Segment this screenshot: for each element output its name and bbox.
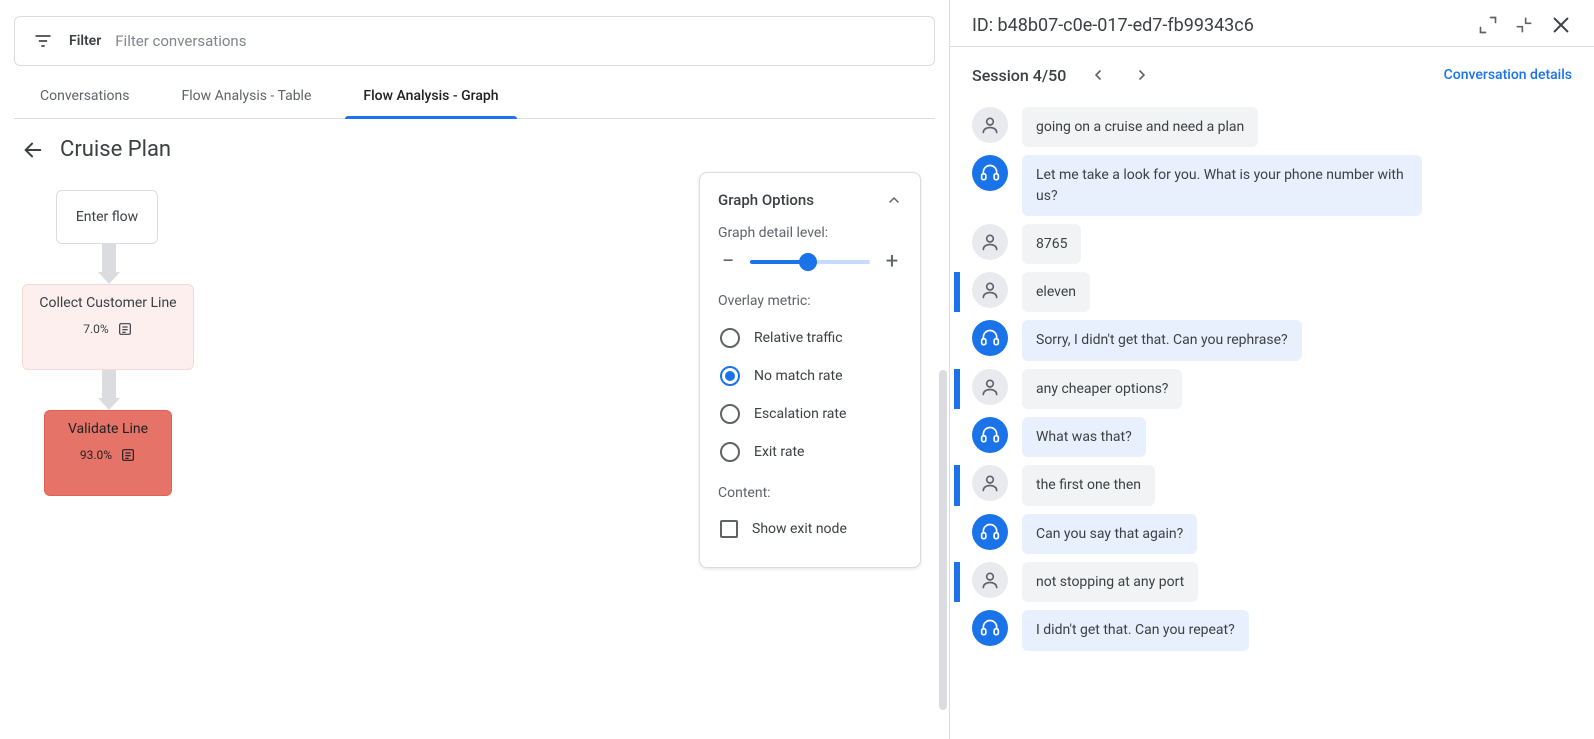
message-bubble: Sorry, I didn't get that. Can you rephra…	[1022, 320, 1302, 360]
node-collect-customer-line[interactable]: Collect Customer Line 7.0%	[22, 284, 194, 370]
session-navigator: Session 4/50 Conversation details	[950, 47, 1594, 97]
message-bubble: 8765	[1022, 224, 1081, 264]
radio-icon	[720, 442, 740, 462]
user-avatar-icon	[972, 562, 1008, 598]
radio-relative-traffic[interactable]: Relative traffic	[718, 319, 902, 357]
user-avatar-icon	[972, 272, 1008, 308]
message-row[interactable]: Let me take a look for you. What is your…	[954, 155, 1572, 216]
slider-thumb[interactable]	[799, 253, 817, 271]
message-row[interactable]: I didn't get that. Can you repeat?	[954, 610, 1572, 650]
message-row[interactable]: not stopping at any port	[954, 562, 1572, 602]
message-row[interactable]: going on a cruise and need a plan	[954, 107, 1572, 147]
user-avatar-icon	[972, 369, 1008, 405]
agent-avatar-icon	[972, 514, 1008, 550]
message-row[interactable]: Can you say that again?	[954, 514, 1572, 554]
graph-options-title: Graph Options	[718, 191, 814, 209]
message-bubble: going on a cruise and need a plan	[1022, 107, 1258, 147]
node-validate-metric: 93.0%	[80, 448, 112, 462]
message-row[interactable]: eleven	[954, 272, 1572, 312]
next-session-icon[interactable]	[1130, 63, 1154, 87]
flow-arrow-icon	[100, 244, 118, 284]
shrink-icon[interactable]	[1514, 15, 1534, 35]
detail-slider[interactable]	[750, 260, 870, 264]
overlay-metric-label: Overlay metric:	[718, 293, 902, 309]
radio-icon	[720, 366, 740, 386]
page-header: Cruise Plan	[0, 119, 949, 172]
message-bubble: not stopping at any port	[1022, 562, 1198, 602]
user-avatar-icon	[972, 107, 1008, 143]
node-enter-title: Enter flow	[76, 209, 138, 225]
list-icon	[117, 321, 133, 337]
radio-label: No match rate	[754, 368, 843, 384]
list-icon	[120, 447, 136, 463]
radio-label: Escalation rate	[754, 406, 846, 422]
radio-no-match-rate[interactable]: No match rate	[718, 357, 902, 395]
agent-avatar-icon	[972, 417, 1008, 453]
tab-conversations[interactable]: Conversations	[22, 74, 147, 118]
user-avatar-icon	[972, 224, 1008, 260]
graph-canvas: Enter flow Collect Customer Line 7.0% Va…	[0, 172, 949, 739]
conversation-details-link[interactable]: Conversation details	[1444, 67, 1572, 83]
agent-avatar-icon	[972, 320, 1008, 356]
filter-bar[interactable]: Filter Filter conversations	[14, 16, 935, 66]
message-row[interactable]: What was that?	[954, 417, 1572, 457]
message-bubble: eleven	[1022, 272, 1090, 312]
analysis-pane: Filter Filter conversations Conversation…	[0, 0, 950, 739]
message-bubble: Let me take a look for you. What is your…	[1022, 155, 1422, 216]
radio-icon	[720, 328, 740, 348]
flow-arrow-icon	[100, 370, 118, 410]
message-row[interactable]: the first one then	[954, 465, 1572, 505]
node-collect-metric: 7.0%	[83, 322, 108, 336]
tab-flow-table[interactable]: Flow Analysis - Table	[163, 74, 329, 118]
checkbox-icon	[720, 520, 738, 538]
message-row[interactable]: any cheaper options?	[954, 369, 1572, 409]
message-bubble: any cheaper options?	[1022, 369, 1182, 409]
filter-icon	[31, 29, 55, 53]
message-list: going on a cruise and need a plan Let me …	[950, 97, 1594, 739]
node-collect-title: Collect Customer Line	[35, 295, 181, 311]
minus-icon[interactable]: −	[718, 251, 738, 273]
checkbox-show-exit-node[interactable]: Show exit node	[718, 511, 902, 547]
node-validate-title: Validate Line	[57, 421, 159, 437]
content-label: Content:	[718, 485, 902, 501]
agent-avatar-icon	[972, 155, 1008, 191]
message-row[interactable]: 8765	[954, 224, 1572, 264]
session-label: Session 4/50	[972, 66, 1066, 85]
conversation-id: ID: b48b07-c0e-017-ed7-fb99343c6	[972, 15, 1254, 36]
radio-label: Relative traffic	[754, 330, 843, 346]
radio-icon	[720, 404, 740, 424]
detail-level-label: Graph detail level:	[718, 225, 902, 241]
scrollbar-thumb[interactable]	[939, 370, 947, 710]
checkbox-label: Show exit node	[752, 521, 847, 537]
filter-placeholder: Filter conversations	[115, 32, 246, 50]
node-enter-flow[interactable]: Enter flow	[56, 190, 158, 244]
message-bubble: Can you say that again?	[1022, 514, 1197, 554]
user-avatar-icon	[972, 465, 1008, 501]
message-bubble: What was that?	[1022, 417, 1146, 457]
conversation-header: ID: b48b07-c0e-017-ed7-fb99343c6	[950, 0, 1594, 47]
tabs: Conversations Flow Analysis - Table Flow…	[14, 74, 935, 119]
radio-escalation-rate[interactable]: Escalation rate	[718, 395, 902, 433]
message-bubble: I didn't get that. Can you repeat?	[1022, 610, 1249, 650]
graph-options-panel: Graph Options Graph detail level: − + Ov…	[699, 172, 921, 568]
message-bubble: the first one then	[1022, 465, 1155, 505]
expand-icon[interactable]	[1478, 15, 1498, 35]
agent-avatar-icon	[972, 610, 1008, 646]
scrollbar[interactable]	[939, 342, 947, 719]
plus-icon[interactable]: +	[882, 251, 902, 273]
tab-flow-graph[interactable]: Flow Analysis - Graph	[345, 74, 516, 118]
radio-label: Exit rate	[754, 444, 804, 460]
collapse-icon[interactable]	[886, 192, 902, 208]
page-title: Cruise Plan	[60, 137, 171, 162]
radio-exit-rate[interactable]: Exit rate	[718, 433, 902, 471]
filter-label: Filter	[69, 33, 101, 49]
close-icon[interactable]	[1550, 14, 1572, 36]
prev-session-icon[interactable]	[1086, 63, 1110, 87]
conversation-pane: ID: b48b07-c0e-017-ed7-fb99343c6 Session…	[950, 0, 1594, 739]
back-arrow-icon[interactable]	[22, 139, 44, 161]
message-row[interactable]: Sorry, I didn't get that. Can you rephra…	[954, 320, 1572, 360]
node-validate-line[interactable]: Validate Line 93.0%	[44, 410, 172, 496]
